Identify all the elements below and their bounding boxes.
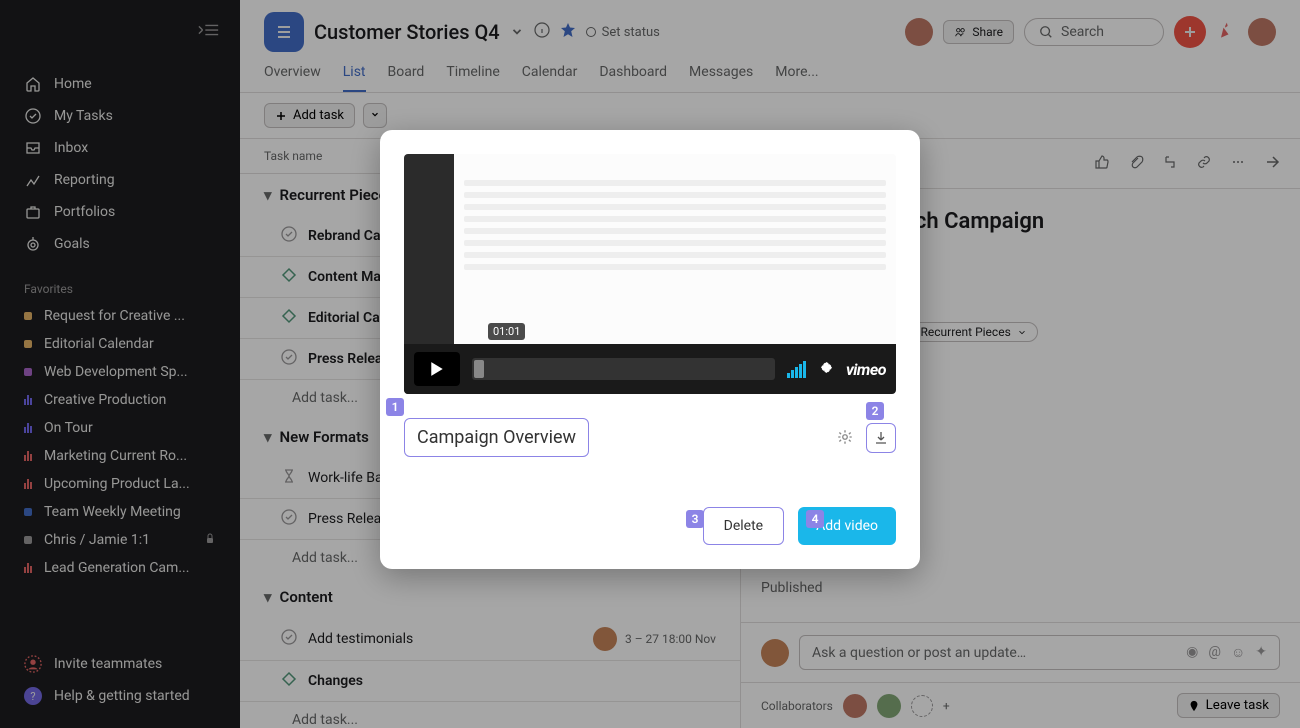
callout-4: 4 [806,510,824,528]
video-options-icon[interactable] [836,428,856,448]
play-button[interactable] [414,352,460,386]
callout-2: 2 [866,402,884,420]
callout-1: 1 [386,398,404,416]
video-settings-icon[interactable] [818,359,834,379]
video-duration: 01:01 [488,323,525,340]
delete-button[interactable]: Delete [703,507,784,545]
vimeo-logo: vimeo [846,360,886,379]
video-title-input[interactable]: Campaign Overview [404,418,589,457]
video-preview: 01:01 vimeo [404,154,896,394]
download-button[interactable] [866,423,896,453]
video-scrubber[interactable] [472,358,775,380]
video-modal: 01:01 vimeo Campaign Overview Delete Add… [380,130,920,569]
callout-3: 3 [686,510,704,528]
volume-icon[interactable] [787,361,806,378]
